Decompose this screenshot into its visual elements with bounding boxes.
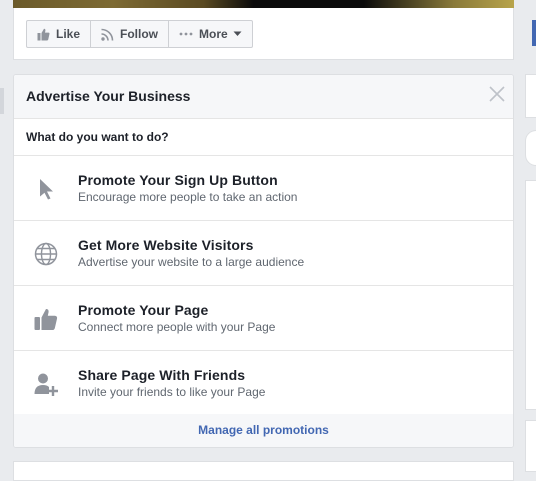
next-card [13,461,514,481]
page-action-bar: Like Follow More [13,8,514,60]
left-column-edge [0,88,4,114]
globe-icon [34,242,58,266]
like-label: Like [56,27,81,41]
option-description: Connect more people with your Page [78,320,276,334]
card-footer: Manage all promotions [14,414,513,447]
advertise-card: Advertise Your Business What do you want… [13,74,514,448]
follow-button[interactable]: Follow [91,21,170,47]
option-description: Advertise your website to a large audien… [78,255,305,269]
right-column-card [525,74,536,118]
rss-follow-icon [101,28,114,41]
like-icon [37,28,50,40]
option-share-page[interactable]: Share Page With Friends Invite your frie… [14,351,513,416]
option-title: Promote Your Page [78,302,209,318]
more-button[interactable]: More [169,21,252,47]
right-column-search[interactable] [525,130,536,166]
option-website-visitors[interactable]: Get More Website Visitors Advertise your… [14,221,513,286]
page-action-buttons: Like Follow More [26,20,253,48]
option-description: Encourage more people to take an action [78,190,298,204]
card-title: Advertise Your Business [26,88,191,104]
primary-button-edge[interactable] [532,20,536,46]
add-friend-icon [34,373,58,396]
card-question: What do you want to do? [14,119,513,156]
option-title: Share Page With Friends [78,367,246,383]
like-button[interactable]: Like [27,21,92,47]
close-icon[interactable] [487,84,507,104]
option-title: Promote Your Sign Up Button [78,172,278,188]
card-header: Advertise Your Business [14,75,513,119]
right-column-card [525,420,536,472]
manage-promotions-link[interactable]: Manage all promotions [198,423,329,437]
thumbs-up-icon [34,308,58,330]
more-dots-icon [179,32,193,36]
more-label: More [199,27,228,41]
option-description: Invite your friends to like your Page [78,385,266,399]
right-column-card [525,180,536,410]
cursor-icon [40,179,53,200]
option-promote-page[interactable]: Promote Your Page Connect more people wi… [14,286,513,351]
question-label: What do you want to do? [26,130,169,144]
option-promote-sign-up[interactable]: Promote Your Sign Up Button Encourage mo… [14,156,513,221]
cover-photo-strip [13,0,514,8]
follow-label: Follow [120,27,159,41]
chevron-down-icon [233,31,242,36]
option-title: Get More Website Visitors [78,237,254,253]
